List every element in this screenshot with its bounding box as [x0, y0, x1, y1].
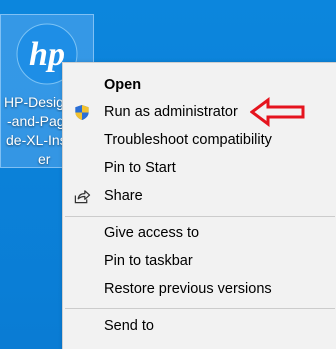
menu-item-share[interactable]: Share [63, 183, 336, 209]
menu-separator [65, 308, 335, 309]
uac-shield-icon [75, 104, 89, 121]
menu-item-label: Send to [104, 318, 154, 334]
menu-separator [65, 216, 335, 217]
menu-item-label: Pin to Start [104, 160, 176, 176]
menu-item-label: Restore previous versions [104, 281, 272, 297]
menu-item-label: Troubleshoot compatibility [104, 132, 272, 148]
menu-item-label: Share [104, 188, 143, 204]
menu-item-restore-previous-versions[interactable]: Restore previous versions [63, 276, 336, 302]
menu-item-pin-to-taskbar[interactable]: Pin to taskbar [63, 248, 336, 274]
menu-item-label: Open [104, 77, 142, 93]
menu-item-label: Pin to taskbar [104, 253, 193, 269]
menu-item-pin-to-start[interactable]: Pin to Start [63, 155, 336, 181]
menu-item-label: Run as administrator [104, 104, 238, 120]
menu-item-send-to[interactable]: Send to [63, 313, 336, 339]
menu-item-label: Give access to [104, 225, 200, 241]
menu-item-troubleshoot-compatibility[interactable]: Troubleshoot compatibility [63, 127, 336, 153]
share-icon [74, 190, 91, 204]
menu-item-give-access-to[interactable]: Give access to [63, 220, 336, 246]
red-arrow-annotation-icon [250, 97, 305, 127]
menu-item-open[interactable]: Open [63, 72, 336, 98]
svg-text:hp: hp [29, 36, 65, 73]
